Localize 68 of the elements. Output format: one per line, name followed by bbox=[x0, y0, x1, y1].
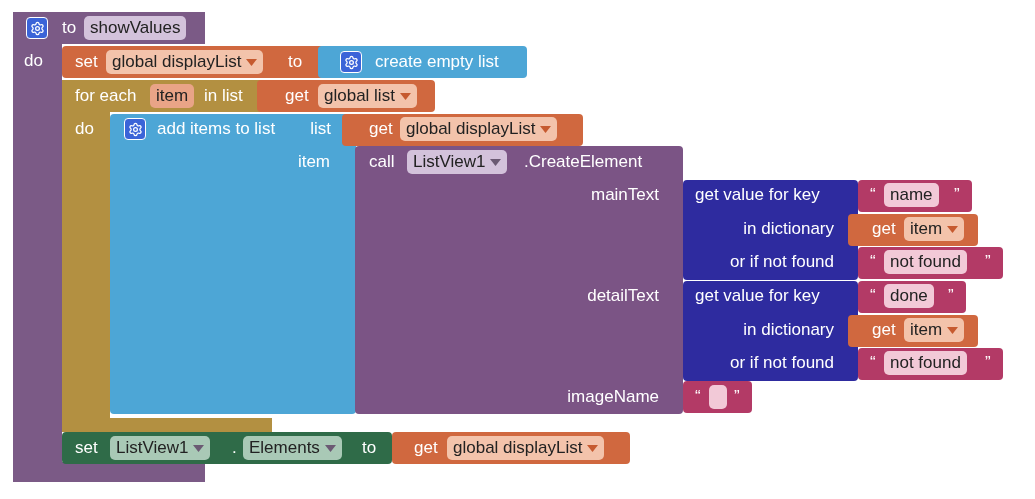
procedure-name-field[interactable]: showValues bbox=[84, 16, 187, 40]
keyword-label: to bbox=[362, 437, 377, 459]
socket-label: detailText bbox=[587, 285, 659, 307]
keyword-label: call bbox=[369, 151, 395, 173]
quote-mark: “ bbox=[870, 184, 876, 206]
method-label: .CreateElement bbox=[524, 151, 643, 173]
keyword-label: get bbox=[369, 118, 393, 140]
text-field[interactable]: name bbox=[884, 183, 939, 207]
settings-icon[interactable] bbox=[26, 17, 48, 39]
quote-mark: “ bbox=[695, 386, 701, 408]
text-field[interactable]: not found bbox=[884, 250, 967, 274]
quote-mark: “ bbox=[870, 285, 876, 307]
block-label: create empty list bbox=[375, 51, 499, 73]
property-dropdown[interactable]: Elements bbox=[243, 436, 342, 460]
caret-icon bbox=[490, 158, 502, 166]
caret-icon bbox=[947, 225, 959, 233]
block-label: get value for key bbox=[695, 184, 820, 206]
keyword-label: set bbox=[75, 51, 98, 73]
caret-icon bbox=[399, 92, 411, 100]
text-field[interactable]: not found bbox=[884, 351, 967, 375]
variable-dropdown[interactable]: global displayList bbox=[400, 117, 558, 141]
socket-label: in dictionary bbox=[743, 319, 834, 341]
variable-dropdown[interactable]: global displayList bbox=[106, 50, 264, 74]
caret-icon bbox=[540, 125, 552, 133]
keyword-label: in list bbox=[204, 85, 243, 107]
socket-label: or if not found bbox=[730, 352, 834, 374]
keyword-label: to bbox=[288, 51, 303, 73]
loop-variable-field[interactable]: item bbox=[150, 84, 195, 108]
variable-dropdown[interactable]: global displayList bbox=[447, 436, 605, 460]
socket-label: in dictionary bbox=[743, 218, 834, 240]
keyword-label: get bbox=[872, 319, 896, 341]
quote-mark: “ bbox=[870, 251, 876, 273]
settings-icon[interactable] bbox=[124, 118, 146, 140]
keyword-label: set bbox=[75, 437, 98, 459]
text-field[interactable]: done bbox=[884, 284, 934, 308]
keyword-label: get bbox=[872, 218, 896, 240]
variable-dropdown[interactable]: item bbox=[904, 217, 965, 241]
component-dropdown[interactable]: ListView1 bbox=[407, 150, 508, 174]
quote-mark: ” bbox=[985, 251, 991, 273]
caret-icon bbox=[246, 58, 258, 66]
keyword-label: get bbox=[414, 437, 438, 459]
socket-label: imageName bbox=[567, 386, 659, 408]
socket-label: list bbox=[310, 118, 331, 140]
component-dropdown[interactable]: ListView1 bbox=[110, 436, 211, 460]
caret-icon bbox=[324, 444, 336, 452]
quote-mark: ” bbox=[985, 352, 991, 374]
block-label: get value for key bbox=[695, 285, 820, 307]
caret-icon bbox=[587, 444, 599, 452]
quote-mark: “ bbox=[870, 352, 876, 374]
variable-dropdown[interactable]: global list bbox=[318, 84, 417, 108]
caret-icon bbox=[193, 444, 205, 452]
keyword-label: do bbox=[24, 50, 43, 72]
caret-icon bbox=[947, 326, 959, 334]
keyword-label: get bbox=[285, 85, 309, 107]
socket-label: mainText bbox=[590, 184, 659, 206]
quote-mark: ” bbox=[948, 285, 954, 307]
dot-label: . bbox=[232, 437, 237, 459]
settings-icon[interactable] bbox=[340, 51, 362, 73]
keyword-label: do bbox=[75, 118, 94, 140]
empty-text-field[interactable] bbox=[709, 385, 727, 409]
quote-mark: ” bbox=[954, 184, 960, 206]
keyword-label: to bbox=[62, 17, 77, 39]
socket-label: item bbox=[297, 151, 330, 173]
block-label: add items to list bbox=[157, 118, 276, 140]
socket-label: or if not found bbox=[730, 251, 834, 273]
keyword-label: for each bbox=[75, 85, 137, 107]
variable-dropdown[interactable]: item bbox=[904, 318, 965, 342]
quote-mark: ” bbox=[734, 386, 740, 408]
